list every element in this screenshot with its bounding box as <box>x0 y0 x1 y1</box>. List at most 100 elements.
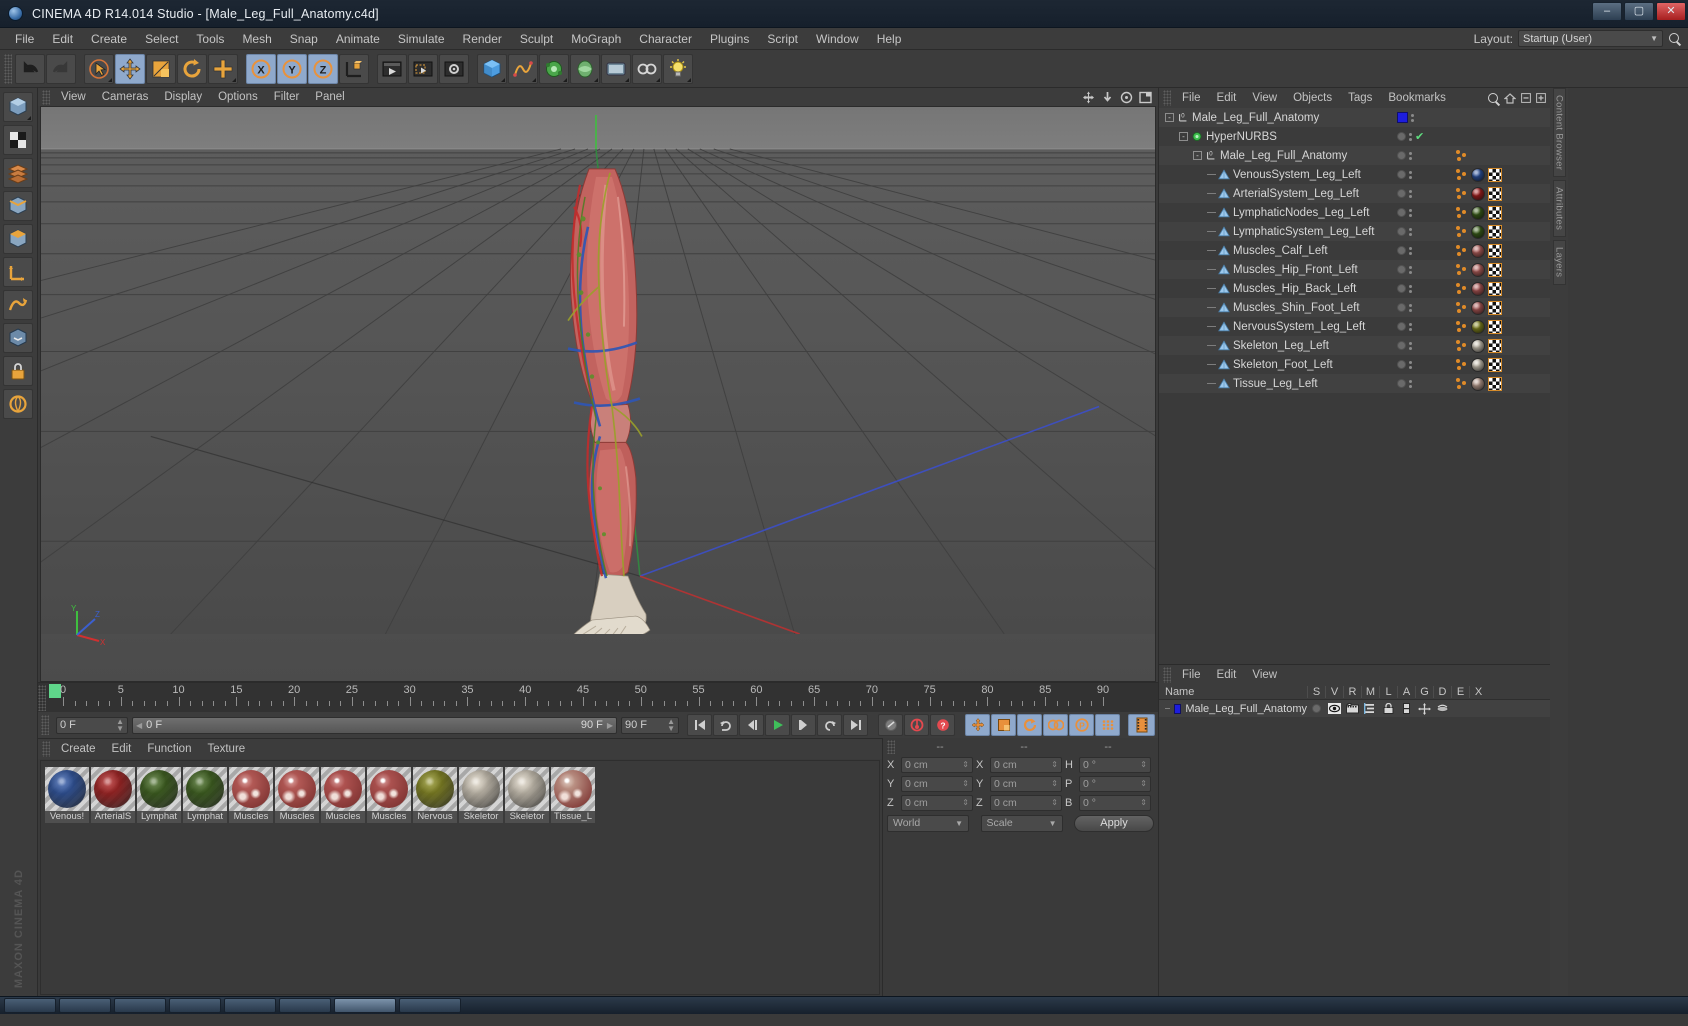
home-icon[interactable] <box>1504 92 1516 104</box>
layer-grip[interactable] <box>1163 667 1171 683</box>
coord-field-rot-p[interactable]: 0 ° ⇕ <box>1079 775 1151 792</box>
object-grip[interactable] <box>1163 90 1171 106</box>
object-layer-color[interactable] <box>1397 112 1408 123</box>
visibility-dot-icon[interactable] <box>1397 379 1406 388</box>
editor-render-dots-icon[interactable] <box>1409 322 1412 331</box>
object-tree-row[interactable]: - 0 Male_Leg_Full_Anatomy <box>1159 146 1550 165</box>
object-tree-row[interactable]: ArterialSystem_Leg_Left <box>1159 184 1550 203</box>
uvw-tag-icon[interactable] <box>1488 281 1502 296</box>
material-preview[interactable] <box>91 767 135 811</box>
pan-icon[interactable] <box>1082 91 1095 104</box>
stepper-icon[interactable]: ▲ ▼ <box>116 718 124 733</box>
record-scale-button[interactable] <box>991 714 1016 736</box>
uvw-tag-icon[interactable] <box>1488 319 1502 334</box>
material-menu-function[interactable]: Function <box>139 739 199 759</box>
workplane-mode-button[interactable] <box>3 290 33 320</box>
object-tag-zone[interactable] <box>1455 224 1550 239</box>
editor-render-dots-icon[interactable] <box>1409 151 1412 160</box>
stepper-icon[interactable]: ⇕ <box>1140 760 1147 769</box>
editor-render-dots-icon[interactable] <box>1409 189 1412 198</box>
add-cube-object[interactable] <box>477 53 507 84</box>
object-visibility-dots[interactable] <box>1397 208 1455 217</box>
viewport-menu-view[interactable]: View <box>53 88 94 106</box>
add-generator[interactable] <box>539 53 569 84</box>
object-menu-edit[interactable]: Edit <box>1209 88 1245 108</box>
record-rotation-button[interactable] <box>1017 714 1042 736</box>
material-preview[interactable] <box>551 767 595 811</box>
coord-field-rot-h[interactable]: 0 ° ⇕ <box>1079 756 1151 773</box>
coord-field-pos-x[interactable]: 0 cm ⇕ <box>901 756 973 773</box>
taskbar-item[interactable] <box>169 998 221 1013</box>
material-item[interactable]: ArterialS <box>91 767 135 823</box>
object-visibility-dots[interactable] <box>1397 112 1455 123</box>
layer-color-swatch[interactable] <box>1174 703 1182 714</box>
object-tree-row[interactable]: Tissue_Leg_Left <box>1159 374 1550 393</box>
dots-grid-button[interactable] <box>1095 714 1120 736</box>
search-icon[interactable] <box>1487 92 1499 104</box>
uvw-tag-icon[interactable] <box>1488 262 1502 277</box>
material-item[interactable]: Lymphat <box>137 767 181 823</box>
layer-cell-a[interactable] <box>1397 703 1415 714</box>
material-preview[interactable] <box>505 767 549 811</box>
points-mode-button[interactable] <box>3 158 33 188</box>
undo-button[interactable] <box>15 53 45 84</box>
controls-grip[interactable] <box>41 715 49 735</box>
render-region[interactable] <box>408 53 438 84</box>
tag-dots-icon[interactable] <box>1455 377 1468 390</box>
layer-col-l[interactable]: L <box>1379 686 1397 698</box>
uvw-tag-icon[interactable] <box>1488 338 1502 353</box>
uvw-tag-icon[interactable] <box>1488 243 1502 258</box>
texture-mode-button[interactable] <box>3 125 33 155</box>
tag-dots-icon[interactable] <box>1455 149 1468 162</box>
menu-script[interactable]: Script <box>758 28 807 50</box>
material-tag-icon[interactable] <box>1471 224 1485 239</box>
editor-render-dots-icon[interactable] <box>1411 113 1414 122</box>
material-tag-icon[interactable] <box>1471 338 1485 353</box>
taskbar-item[interactable] <box>59 998 111 1013</box>
go-to-start-button[interactable] <box>687 714 712 736</box>
viewport-grip[interactable] <box>42 89 50 105</box>
world-object-coords[interactable] <box>339 53 369 84</box>
taskbar-item[interactable] <box>399 998 461 1013</box>
menu-sculpt[interactable]: Sculpt <box>511 28 562 50</box>
object-tree-row[interactable]: - 0 Male_Leg_Full_Anatomy <box>1159 108 1550 127</box>
object-visibility-dots[interactable] <box>1397 360 1455 369</box>
taskbar-item[interactable] <box>114 998 166 1013</box>
coord-field-rot-b[interactable]: 0 ° ⇕ <box>1079 794 1151 811</box>
tag-dots-icon[interactable] <box>1455 263 1468 276</box>
object-visibility-dots[interactable] <box>1397 341 1455 350</box>
step-forward-button[interactable] <box>791 714 816 736</box>
record-parameter-button[interactable]: P <box>1069 714 1094 736</box>
maximize-button[interactable]: ▢ <box>1624 2 1654 21</box>
viewport-menu-display[interactable]: Display <box>156 88 210 106</box>
menu-character[interactable]: Character <box>630 28 701 50</box>
material-item[interactable]: Tissue_L <box>551 767 595 823</box>
y-axis-lock[interactable]: Y <box>277 53 307 84</box>
editor-render-dots-icon[interactable] <box>1409 227 1412 236</box>
layer-cell-l[interactable] <box>1379 703 1397 714</box>
material-tag-icon[interactable] <box>1471 376 1485 391</box>
object-tag-zone[interactable] <box>1455 300 1550 315</box>
record-pla-button[interactable] <box>1043 714 1068 736</box>
add-light[interactable] <box>663 53 693 84</box>
material-preview[interactable] <box>459 767 503 811</box>
uvw-tag-icon[interactable] <box>1488 205 1502 220</box>
add-camera[interactable] <box>632 53 662 84</box>
visibility-dot-icon[interactable] <box>1397 246 1406 255</box>
uvw-tag-icon[interactable] <box>1488 224 1502 239</box>
current-frame-field[interactable]: 0 F ▲ ▼ <box>56 716 128 734</box>
object-visibility-dots[interactable] <box>1397 265 1455 274</box>
move-tool[interactable] <box>115 53 145 84</box>
visibility-dot-icon[interactable] <box>1397 151 1406 160</box>
play-button[interactable] <box>765 714 790 736</box>
material-tag-icon[interactable] <box>1471 300 1485 315</box>
play-forward-button[interactable] <box>817 714 842 736</box>
dolly-icon[interactable] <box>1101 91 1114 104</box>
enable-snap-button[interactable] <box>3 323 33 353</box>
layer-col-r[interactable]: R <box>1343 686 1361 698</box>
material-preview[interactable] <box>321 767 365 811</box>
stepper-icon[interactable]: ⇕ <box>962 760 969 769</box>
object-visibility-dots[interactable] <box>1397 284 1455 293</box>
material-menu-texture[interactable]: Texture <box>199 739 253 759</box>
layout-dropdown[interactable]: Startup (User) ▼ <box>1518 30 1663 47</box>
